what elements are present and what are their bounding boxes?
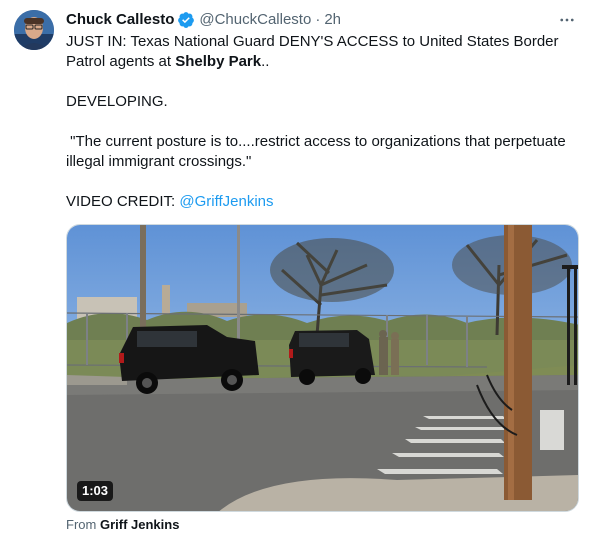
- tweet-text-prefix: JUST IN: Texas National Guard DENY'S ACC…: [66, 33, 559, 70]
- tweet-paragraph-1: JUST IN: Texas National Guard DENY'S ACC…: [66, 32, 576, 72]
- verified-badge-icon: [178, 12, 195, 28]
- tweet-text-location: Shelby Park: [175, 53, 262, 70]
- author-name[interactable]: Chuck Callesto: [66, 10, 174, 30]
- more-button[interactable]: [554, 10, 580, 30]
- credit-mention-link[interactable]: @GriffJenkins: [179, 193, 273, 210]
- tweet-paragraph-2: DEVELOPING.: [66, 93, 168, 110]
- video-duration: 1:03: [77, 481, 114, 501]
- tweet-paragraph-3: "The current posture is to....restrict a…: [66, 133, 570, 170]
- video-thumbnail: [67, 225, 578, 511]
- timestamp[interactable]: 2h: [324, 10, 341, 30]
- avatar[interactable]: [14, 10, 54, 50]
- tweet-text: JUST IN: Texas National Guard DENY'S ACC…: [66, 32, 576, 212]
- source-name-link[interactable]: Griff Jenkins: [100, 517, 179, 532]
- author-handle[interactable]: @ChuckCallesto: [199, 10, 311, 30]
- tweet-header: Chuck Callesto @ChuckCallesto · 2h: [66, 10, 341, 30]
- video-player[interactable]: 1:03: [66, 224, 579, 512]
- source-prefix: From: [66, 517, 100, 532]
- tweet-text-suffix: ..: [261, 53, 270, 70]
- more-icon: [560, 18, 574, 22]
- tweet-card[interactable]: Chuck Callesto @ChuckCallesto · 2h JUST …: [0, 0, 590, 536]
- avatar-image: [14, 10, 54, 50]
- video-source: From Griff Jenkins: [66, 517, 179, 533]
- separator-dot: ·: [315, 11, 321, 28]
- credit-label: VIDEO CREDIT:: [66, 193, 180, 210]
- tweet-paragraph-4: VIDEO CREDIT: @GriffJenkins: [66, 192, 576, 212]
